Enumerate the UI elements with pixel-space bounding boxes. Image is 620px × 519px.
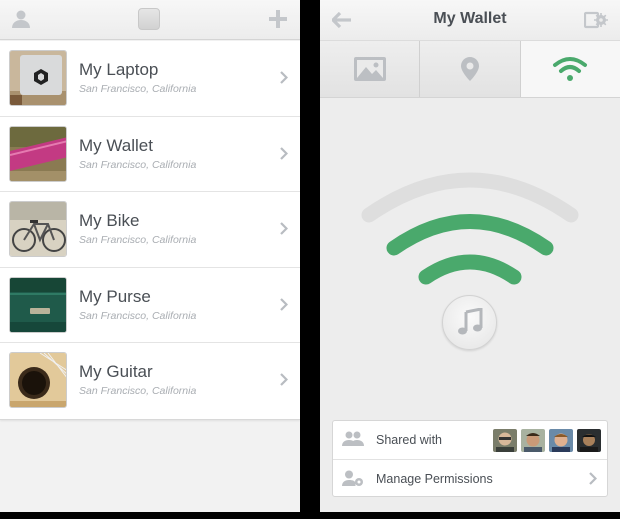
shared-with-label: Shared with (376, 433, 443, 447)
play-sound-button[interactable] (442, 295, 497, 350)
item-location: San Francisco, California (79, 309, 197, 322)
tab-location[interactable] (420, 41, 521, 97)
item-location: San Francisco, California (79, 158, 197, 171)
item-title: My Wallet (79, 135, 153, 155)
plus-icon[interactable] (269, 10, 287, 33)
list-item[interactable]: My Purse San Francisco, California (0, 268, 300, 344)
tab-signal[interactable] (520, 41, 620, 97)
music-note-icon (458, 308, 483, 335)
user-settings-icon (342, 470, 364, 492)
manage-permissions-label: Manage Permissions (376, 472, 493, 486)
avatar[interactable] (549, 429, 573, 452)
signal-arc-outer (361, 172, 579, 223)
location-pin-icon (460, 57, 479, 81)
chevron-right-icon (280, 146, 289, 165)
tab-photo[interactable] (320, 41, 421, 97)
item-list-screen: My Laptop San Francisco, California My W… (0, 0, 300, 512)
avatar[interactable] (521, 429, 545, 452)
photo-chip-icon[interactable] (138, 8, 160, 30)
shared-avatars (493, 429, 601, 452)
item-location: San Francisco, California (79, 83, 197, 95)
avatar[interactable] (577, 429, 601, 452)
list-item[interactable]: My Bike San Francisco, California (0, 192, 300, 268)
item-title: My Laptop (79, 60, 159, 79)
laptop-photo (9, 50, 67, 106)
avatar[interactable] (493, 429, 517, 452)
item-location: San Francisco, California (79, 234, 197, 247)
item-location: San Francisco, California (79, 385, 197, 398)
chevron-right-icon (280, 373, 289, 391)
chevron-right-icon (280, 222, 289, 240)
item-title: My Guitar (79, 362, 153, 382)
list-item[interactable]: My Wallet San Francisco, California (0, 117, 300, 193)
detail-header: My Wallet (320, 0, 620, 40)
chevron-right-icon (589, 472, 598, 490)
settings-icon[interactable] (583, 11, 608, 34)
sharing-card: Shared with Manage Permissions (332, 420, 608, 497)
chevron-right-icon (280, 298, 289, 316)
item-title: My Bike (79, 211, 140, 231)
wallet-photo (9, 125, 67, 182)
purse-photo (9, 276, 67, 333)
signal-strength-graphic (361, 172, 579, 285)
detail-tabs (320, 40, 620, 98)
image-icon (353, 57, 386, 81)
item-detail-screen: My Wallet Shared with Manage Permissions (320, 0, 620, 512)
guitar-photo (9, 352, 67, 409)
wifi-signal-icon (553, 57, 588, 81)
user-icon[interactable] (11, 9, 31, 34)
shared-with-row[interactable]: Shared with (333, 421, 607, 459)
item-list: My Laptop San Francisco, California My W… (0, 41, 300, 420)
group-icon (342, 431, 364, 452)
chevron-right-icon (280, 71, 289, 89)
list-item[interactable]: My Guitar San Francisco, California (0, 343, 300, 419)
manage-permissions-row[interactable]: Manage Permissions (333, 459, 607, 497)
bike-photo (9, 201, 67, 258)
top-bar (0, 0, 300, 40)
list-item[interactable]: My Laptop San Francisco, California (0, 41, 300, 117)
item-title: My Purse (79, 286, 151, 306)
signal-arc-inner (418, 254, 522, 285)
page-title: My Wallet (433, 10, 507, 27)
signal-arc-middle (386, 214, 554, 256)
